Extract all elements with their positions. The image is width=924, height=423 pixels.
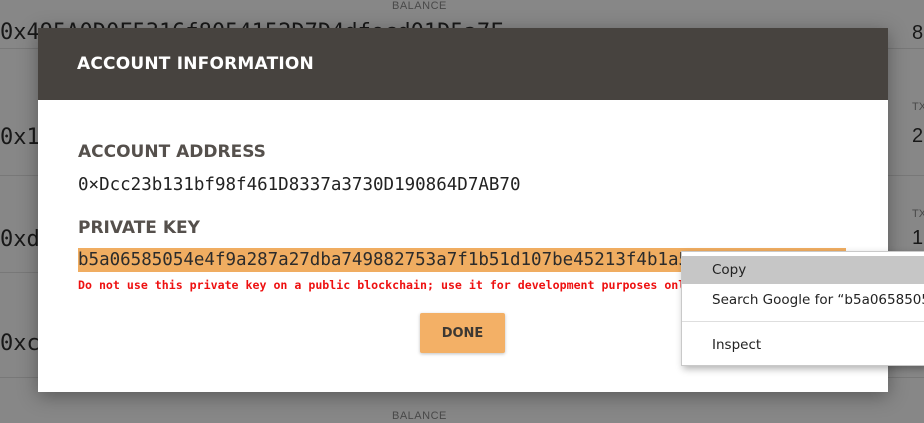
context-menu-copy[interactable]: Copy [682, 256, 924, 284]
account-address-label: ACCOUNT ADDRESS [78, 142, 266, 162]
context-menu-inspect[interactable]: Inspect [682, 331, 924, 359]
private-key-warning: Do not use this private key on a public … [78, 278, 698, 292]
modal-header: ACCOUNT INFORMATION [38, 28, 888, 100]
modal-title: ACCOUNT INFORMATION [77, 54, 314, 74]
context-menu-divider [682, 321, 924, 322]
context-menu: Copy Search Google for “b5a065850545e4f9… [681, 251, 924, 366]
private-key-label: PRIVATE KEY [78, 218, 200, 238]
context-menu-search-google[interactable]: Search Google for “b5a065850545e4f9a287a… [682, 286, 924, 314]
account-address-value[interactable]: 0×Dcc23b131bf98f461D8337a3730D190864D7AB… [78, 175, 521, 195]
done-button[interactable]: DONE [420, 313, 505, 353]
